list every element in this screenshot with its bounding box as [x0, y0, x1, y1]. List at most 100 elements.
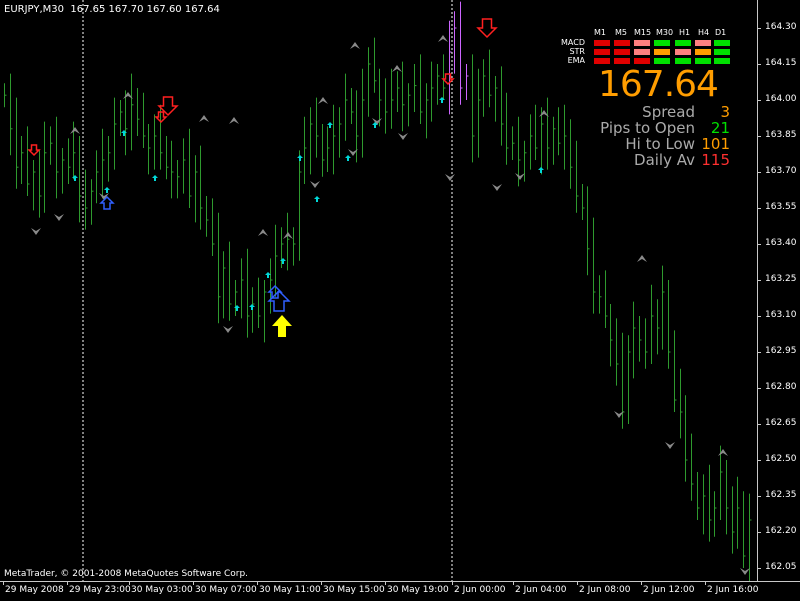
- timeframe-header: M1: [594, 28, 606, 37]
- signal-cell: [654, 40, 670, 46]
- buy-signal-arrow: [439, 97, 445, 103]
- signal-cell: [594, 58, 610, 64]
- fractal-down-marker: [398, 133, 408, 140]
- price-label: 162.95: [765, 346, 797, 356]
- copyright-text: MetaTrader, © 2001-2008 MetaQuotes Softw…: [4, 569, 249, 579]
- price-label: 164.00: [765, 94, 797, 104]
- signal-cell: [654, 58, 670, 64]
- signal-cell: [714, 58, 730, 64]
- price-tick: [757, 28, 761, 29]
- time-label: 30 May 07:00: [195, 585, 257, 595]
- current-price: 167.64: [598, 64, 719, 105]
- signal-cell: [594, 40, 610, 46]
- price-label: 163.25: [765, 274, 797, 284]
- fractal-down-marker: [54, 214, 64, 221]
- fractal-down-marker: [515, 173, 525, 180]
- time-tick: [452, 581, 453, 585]
- fractal-up-marker: [392, 65, 402, 72]
- price-tick: [757, 352, 761, 353]
- signal-cell: [614, 40, 630, 46]
- price-label: 162.35: [765, 490, 797, 500]
- info-value: 115: [701, 151, 730, 169]
- fractal-down-marker: [665, 442, 675, 449]
- time-tick: [513, 581, 514, 585]
- time-tick: [257, 581, 258, 585]
- buy-signal-arrow: [538, 167, 544, 173]
- time-label: 30 May 15:00: [323, 585, 385, 595]
- timeframe-header: H1: [679, 28, 691, 37]
- signal-cell: [714, 49, 730, 55]
- signal-row-label: STR: [569, 47, 585, 56]
- signal-row-label: MACD: [561, 38, 585, 47]
- signal-row-label: EMA: [567, 56, 585, 65]
- signal-cell: [714, 40, 730, 46]
- price-tick: [757, 244, 761, 245]
- up-arrow-outline: [99, 195, 115, 210]
- fractal-up-marker: [199, 115, 209, 122]
- info-label: Daily Av: [634, 151, 695, 169]
- time-tick: [577, 581, 578, 585]
- time-tick: [385, 581, 386, 585]
- time-label: 30 May 03:00: [131, 585, 193, 595]
- price-label: 162.80: [765, 382, 797, 392]
- buy-signal-arrow: [280, 258, 286, 264]
- time-label: 2 Jun 04:00: [515, 585, 567, 595]
- price-tick: [757, 172, 761, 173]
- time-tick: [193, 581, 194, 585]
- buy-signal-arrow: [104, 187, 110, 193]
- price-label: 163.85: [765, 130, 797, 140]
- down-arrow-outline: [476, 18, 498, 39]
- fractal-up-marker: [70, 127, 80, 134]
- time-tick: [641, 581, 642, 585]
- time-tick: [129, 581, 130, 585]
- time-label: 29 May 23:00: [69, 585, 131, 595]
- signal-cell: [695, 58, 711, 64]
- price-tick: [757, 424, 761, 425]
- buy-signal-arrow: [297, 155, 303, 161]
- time-label: 2 Jun 16:00: [707, 585, 759, 595]
- buy-signal-arrow: [72, 175, 78, 181]
- price-label: 163.70: [765, 166, 797, 176]
- fractal-up-marker: [438, 35, 448, 42]
- signal-cell: [695, 49, 711, 55]
- signal-cell: [634, 40, 650, 46]
- price-label: 164.30: [765, 22, 797, 32]
- chart-window[interactable]: EURJPY,M30 167.65 167.70 167.60 167.64 M…: [0, 0, 800, 600]
- fractal-up-marker: [350, 42, 360, 49]
- buy-signal-arrow: [121, 130, 127, 136]
- price-tick: [757, 316, 761, 317]
- fractal-up-marker: [718, 449, 728, 456]
- signal-cell: [654, 49, 670, 55]
- timeframe-header: M15: [634, 28, 652, 37]
- time-label: 2 Jun 12:00: [643, 585, 695, 595]
- time-label: 30 May 19:00: [387, 585, 449, 595]
- price-label: 162.65: [765, 418, 797, 428]
- fractal-down-marker: [492, 184, 502, 191]
- price-tick: [757, 460, 761, 461]
- fractal-down-marker: [445, 174, 455, 181]
- signal-cell: [614, 58, 630, 64]
- fractal-down-marker: [740, 568, 750, 575]
- signal-cell: [675, 49, 691, 55]
- price-tick: [757, 100, 761, 101]
- price-label: 163.10: [765, 310, 797, 320]
- price-tick: [757, 496, 761, 497]
- time-label: 30 May 11:00: [259, 585, 321, 595]
- price-tick: [757, 280, 761, 281]
- signal-cell: [634, 58, 650, 64]
- signal-cell: [634, 49, 650, 55]
- signal-cell: [594, 49, 610, 55]
- main-buy-signal-arrow: [272, 315, 292, 337]
- price-label: 162.50: [765, 454, 797, 464]
- signal-cell: [675, 40, 691, 46]
- time-tick: [3, 581, 4, 585]
- down-arrow-outline: [27, 144, 41, 157]
- fractal-up-marker: [229, 117, 239, 124]
- buy-signal-arrow: [234, 305, 240, 311]
- fractal-up-marker: [258, 229, 268, 236]
- time-tick: [321, 581, 322, 585]
- price-tick: [757, 532, 761, 533]
- fractal-down-marker: [31, 228, 41, 235]
- time-tick: [67, 581, 68, 585]
- price-tick: [757, 568, 761, 569]
